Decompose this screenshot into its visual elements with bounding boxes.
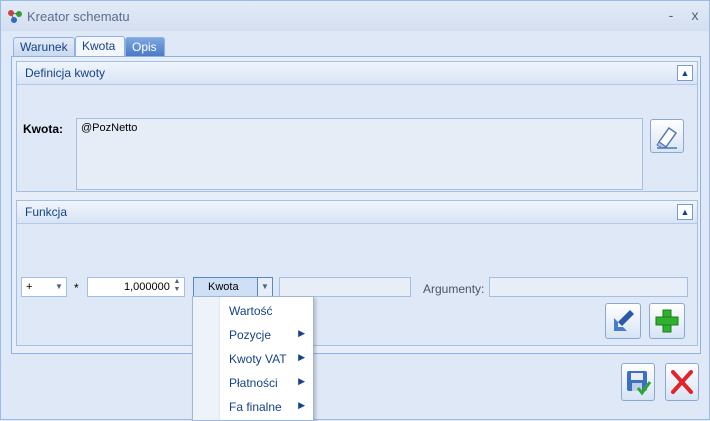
submenu-arrow-icon: ▶: [298, 352, 305, 362]
function-group-title: Funkcja: [25, 205, 68, 219]
arguments-label: Argumenty:: [423, 282, 485, 296]
collapse-icon[interactable]: ▲: [677, 204, 693, 220]
add-function-button[interactable]: [649, 303, 685, 339]
tab-kwota[interactable]: Kwota: [75, 36, 125, 57]
submenu-arrow-icon: ▶: [298, 400, 305, 410]
tab-opis[interactable]: Opis: [125, 37, 165, 56]
save-button[interactable]: [621, 363, 655, 401]
definition-group: Definicja kwoty ▲ Kwota: @PozNetto: [16, 61, 698, 192]
cancel-icon: [671, 370, 693, 394]
menu-item-label: Pozycje: [229, 328, 272, 342]
edit-formula-button[interactable]: [650, 119, 684, 153]
source-dropdown-menu: Wartość Pozycje ▶ Kwoty VAT ▶ Płatności …: [192, 296, 314, 421]
dialog-window: Kreator schematu - x Warunek Kwota Opis …: [0, 0, 710, 421]
arguments-field[interactable]: [489, 277, 688, 297]
menu-item-label: Płatności: [229, 376, 278, 390]
operator-value: +: [26, 281, 33, 293]
function-name-field[interactable]: [279, 277, 411, 297]
function-group: Funkcja ▲: [16, 200, 698, 346]
eraser-edit-icon: [656, 126, 678, 149]
tab-warunek[interactable]: Warunek: [13, 37, 75, 56]
operator-select[interactable]: + ▼: [21, 277, 67, 297]
tab-content: Definicja kwoty ▲ Kwota: @PozNetto Funkc…: [11, 56, 701, 354]
submenu-arrow-icon: ▶: [298, 376, 305, 386]
menu-item-kwoty-vat[interactable]: Kwoty VAT ▶: [193, 347, 313, 371]
source-select[interactable]: Kwota ▼: [193, 277, 273, 297]
close-button[interactable]: x: [687, 7, 703, 23]
menu-item-label: Wartość: [229, 304, 273, 318]
menu-item-label: Fa finalne: [229, 400, 282, 414]
factor-spinner[interactable]: 1,000000 ▲ ▼: [87, 277, 185, 297]
save-icon: [627, 371, 652, 396]
kwota-formula-field[interactable]: @PozNetto: [76, 118, 643, 190]
collapse-icon[interactable]: ▲: [677, 65, 693, 81]
source-value: Kwota: [208, 281, 239, 293]
menu-item-label: Kwoty VAT: [229, 352, 287, 366]
kwota-label: Kwota:: [23, 122, 63, 136]
insert-function-button[interactable]: [605, 303, 641, 339]
plus-icon: [655, 309, 679, 333]
menu-item-fa-finalne[interactable]: Fa finalne ▶: [193, 395, 313, 419]
menu-item-wartosc[interactable]: Wartość: [193, 299, 313, 323]
function-group-header: Funkcja ▲: [17, 201, 697, 224]
menu-item-platnosci[interactable]: Płatności ▶: [193, 371, 313, 395]
definition-group-header: Definicja kwoty ▲: [17, 62, 697, 85]
chevron-down-icon[interactable]: ▼: [257, 278, 272, 296]
submenu-arrow-icon: ▶: [298, 328, 305, 338]
menu-item-pozycje[interactable]: Pozycje ▶: [193, 323, 313, 347]
title-bar[interactable]: Kreator schematu - x: [1, 1, 709, 31]
chevron-down-icon[interactable]: ▼: [52, 278, 66, 296]
factor-value: 1,000000: [124, 281, 170, 293]
definition-group-title: Definicja kwoty: [25, 66, 106, 80]
insert-arrow-icon: [614, 310, 634, 331]
spin-arrows-icon[interactable]: ▲ ▼: [170, 278, 184, 296]
app-icon: [8, 10, 22, 23]
cancel-button[interactable]: [665, 363, 699, 401]
minimize-button[interactable]: -: [663, 7, 679, 23]
window-title: Kreator schematu: [27, 9, 130, 24]
multiply-sign: *: [74, 281, 79, 295]
